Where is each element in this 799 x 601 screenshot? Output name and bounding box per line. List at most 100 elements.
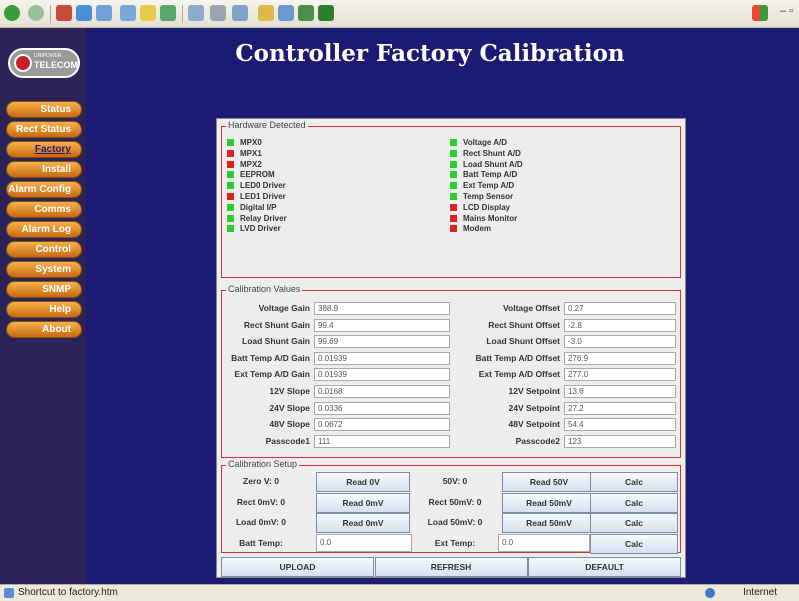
setup-label: Load 0mV: 0 bbox=[235, 517, 287, 527]
read-button[interactable]: Read 0V bbox=[316, 472, 410, 492]
app-icon[interactable] bbox=[318, 5, 334, 21]
calc-button[interactable]: Calc bbox=[590, 472, 678, 492]
logo-subtext: UNIPOWER bbox=[34, 53, 62, 59]
ext-temp-field[interactable]: 0.0 bbox=[498, 533, 590, 552]
nav-install[interactable]: Install bbox=[6, 161, 82, 178]
status-led-icon bbox=[450, 139, 457, 146]
status-led-icon bbox=[450, 149, 457, 157]
calibration-value-field[interactable]: 27.2 bbox=[564, 401, 676, 415]
nav-rect-status[interactable]: Rect Status bbox=[6, 121, 82, 138]
status-text: Shortcut to factory.htm bbox=[18, 587, 118, 598]
calc-button[interactable]: Calc bbox=[590, 533, 678, 554]
status-led-icon bbox=[450, 214, 457, 222]
nav-factory[interactable]: Factory bbox=[6, 141, 82, 158]
home-icon[interactable] bbox=[96, 5, 112, 21]
hardware-label: Mains Monitor bbox=[463, 213, 518, 223]
calibration-value-field[interactable]: 276.9 bbox=[564, 351, 676, 365]
nav-status[interactable]: Status bbox=[6, 101, 82, 118]
nav-alarm-config[interactable]: Alarm Config bbox=[6, 181, 82, 198]
calibration-label: Ext Temp A/D Gain bbox=[234, 369, 310, 380]
hardware-item: Temp Sensor bbox=[450, 192, 513, 203]
setup-label: Rect 0mV: 0 bbox=[236, 496, 286, 507]
calibration-setup-group: Calibration Setup Zero V: 0 Read 0V 50V: 0… bbox=[221, 459, 681, 554]
nav-help[interactable]: Help bbox=[6, 301, 82, 318]
hardware-label: EEPROM bbox=[240, 170, 275, 180]
stop-icon[interactable] bbox=[56, 5, 72, 21]
calibration-label: 24V Slope bbox=[269, 402, 310, 413]
hardware-item: Rect Shunt A/D bbox=[450, 149, 521, 160]
calibration-label: Load Shunt Offset bbox=[486, 336, 560, 347]
calibration-label: Passcode2 bbox=[515, 435, 560, 446]
calibration-value-field[interactable]: 13.6 bbox=[564, 385, 676, 398]
internet-zone-icon bbox=[705, 588, 715, 598]
upload-button[interactable]: UPLOAD bbox=[221, 557, 374, 577]
batt-temp-field[interactable]: 0.0 bbox=[316, 533, 412, 552]
print-icon[interactable] bbox=[210, 5, 226, 21]
hardware-label: LVD Driver bbox=[240, 224, 281, 234]
hardware-label: Digital I/P bbox=[240, 202, 277, 212]
refresh-button[interactable]: REFRESH bbox=[374, 557, 528, 577]
research-icon[interactable] bbox=[298, 5, 314, 21]
calibration-value-field[interactable]: 0.0168 bbox=[314, 385, 450, 398]
read-button[interactable]: Read 50V bbox=[502, 472, 596, 492]
favorites-icon[interactable] bbox=[140, 5, 156, 21]
status-led-icon bbox=[450, 171, 457, 179]
hardware-item: Voltage A/D bbox=[450, 138, 507, 149]
calibration-value-field[interactable]: 388.9 bbox=[314, 302, 450, 315]
setup-label: Rect 50mV: 0 bbox=[428, 496, 482, 507]
forward-icon[interactable] bbox=[28, 5, 44, 21]
search-icon[interactable] bbox=[120, 5, 136, 21]
calibration-value-field[interactable]: 277.0 bbox=[564, 368, 676, 382]
hardware-label: LCD Display bbox=[463, 202, 511, 212]
hardware-label: MPX1 bbox=[240, 148, 262, 158]
status-led-icon bbox=[450, 160, 457, 168]
page-icon bbox=[4, 588, 14, 598]
calibration-value-field[interactable]: 54.4 bbox=[564, 418, 676, 432]
hardware-label: LED1 Driver bbox=[240, 192, 286, 201]
calibration-label: Load Shunt Gain bbox=[242, 336, 310, 347]
nav-alarm-log[interactable]: Alarm Log bbox=[6, 221, 82, 238]
messenger-icon[interactable] bbox=[278, 5, 294, 21]
nav-system[interactable]: System bbox=[6, 261, 82, 278]
calibration-value-field[interactable]: 0.01939 bbox=[314, 368, 450, 382]
calc-button[interactable]: Calc bbox=[590, 492, 678, 513]
default-button[interactable]: DEFAULT bbox=[528, 557, 681, 577]
status-led-icon bbox=[450, 225, 457, 233]
nav-about[interactable]: About bbox=[6, 321, 82, 338]
calibration-value-field[interactable]: 0.0336 bbox=[314, 401, 450, 415]
read-button[interactable]: Read 0mV bbox=[316, 492, 410, 513]
read-button[interactable]: Read 50mV bbox=[502, 513, 596, 533]
history-icon[interactable] bbox=[160, 5, 176, 21]
edit-icon[interactable] bbox=[232, 5, 248, 21]
calibration-value-field[interactable]: 0.0672 bbox=[314, 418, 450, 432]
calibration-value-field[interactable]: -3.0 bbox=[564, 335, 676, 349]
discuss-icon[interactable] bbox=[258, 5, 274, 21]
window-controls-icon[interactable]: – ▫ bbox=[780, 5, 793, 17]
hardware-label: Voltage A/D bbox=[463, 138, 508, 147]
hardware-label: Relay Driver bbox=[240, 213, 287, 223]
calibration-value-field[interactable]: 111 bbox=[314, 434, 450, 448]
status-led-icon bbox=[450, 193, 457, 200]
read-button[interactable]: Read 0mV bbox=[316, 513, 410, 533]
hardware-item: Relay Driver bbox=[227, 214, 287, 225]
batt-temp-label: Batt Temp: bbox=[239, 537, 283, 548]
calibration-value-field[interactable]: 0.01939 bbox=[314, 351, 450, 365]
windows-logo-icon bbox=[752, 5, 768, 21]
calibration-value-field[interactable]: 123 bbox=[564, 434, 676, 448]
nav-snmp[interactable]: SNMP bbox=[6, 281, 82, 298]
nav-control[interactable]: Control bbox=[6, 241, 82, 258]
logo-text: TELECOM bbox=[34, 60, 78, 70]
refresh-icon[interactable] bbox=[76, 5, 92, 21]
status-led-icon bbox=[227, 182, 234, 190]
calibration-value-field[interactable]: -2.8 bbox=[564, 318, 676, 332]
calc-button[interactable]: Calc bbox=[590, 513, 678, 533]
back-icon[interactable] bbox=[4, 5, 20, 21]
calibration-label: Voltage Gain bbox=[258, 303, 310, 313]
nav-comms[interactable]: Comms bbox=[6, 201, 82, 218]
read-button[interactable]: Read 50mV bbox=[502, 492, 596, 513]
calibration-value-field[interactable]: 99.4 bbox=[314, 318, 450, 332]
calibration-value-field[interactable]: 99.69 bbox=[314, 335, 450, 349]
calibration-value-field[interactable]: 0.27 bbox=[564, 302, 676, 315]
mail-icon[interactable] bbox=[188, 5, 204, 21]
toolbar-separator bbox=[182, 5, 183, 23]
